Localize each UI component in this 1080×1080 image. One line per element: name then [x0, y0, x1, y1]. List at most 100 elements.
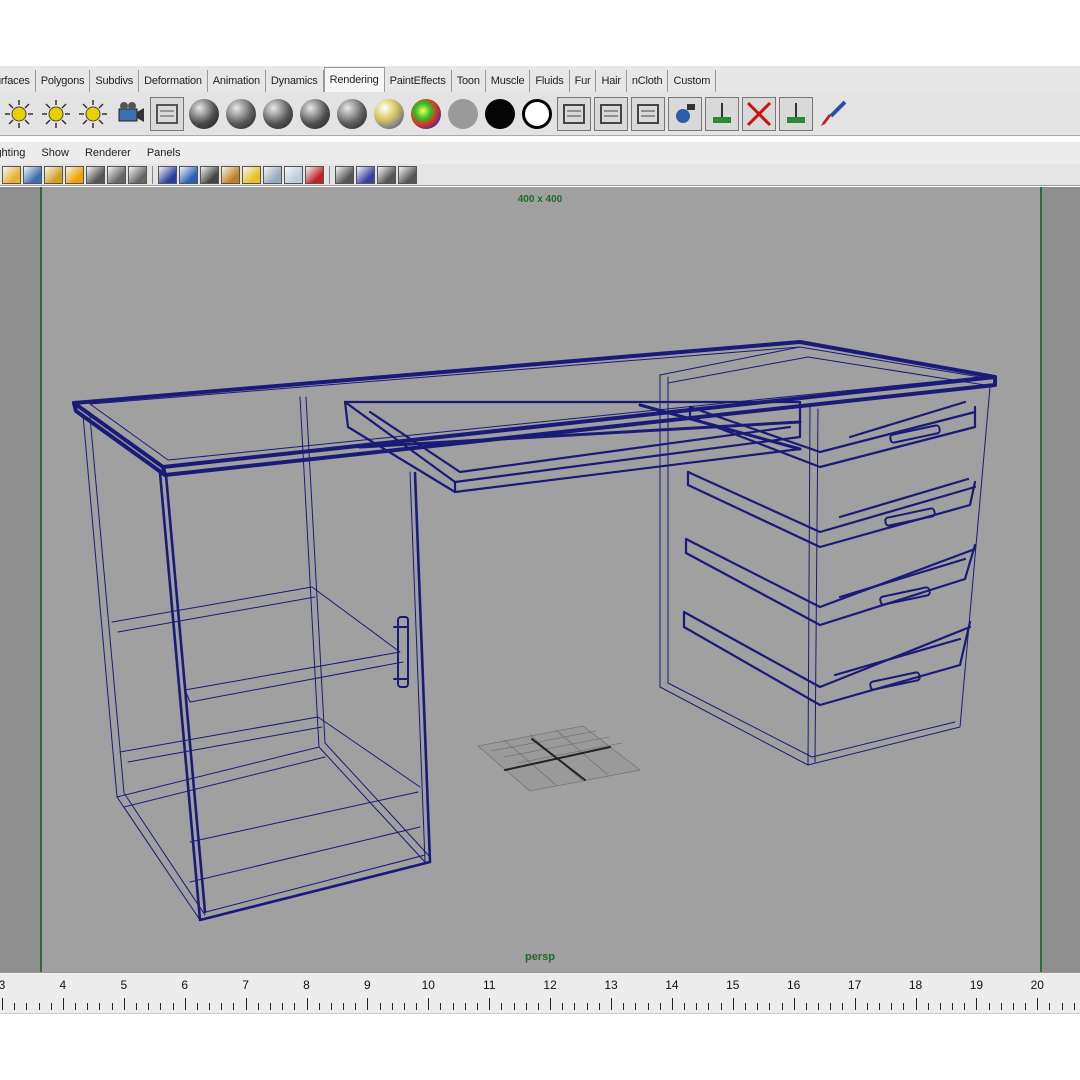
point-light-icon[interactable] — [39, 97, 73, 131]
ipr-render-icon[interactable] — [631, 96, 665, 131]
frame-number-label: 13 — [604, 978, 618, 992]
bookmark-icon[interactable] — [44, 165, 63, 184]
menu-lighting[interactable]: ighting — [0, 147, 25, 159]
frame-tick — [525, 1003, 527, 1010]
frame-number-label: 5 — [120, 978, 128, 992]
render-current-frame-icon[interactable] — [594, 96, 628, 131]
frame-tick — [196, 1003, 198, 1010]
panel-menu-bar: ighting Show Renderer Panels — [0, 142, 1080, 164]
time-slider[interactable]: 3 4 5 6 7 8 9 10 11 12 13 14 15 16 17 18 19 20 — [0, 972, 1080, 1014]
camera-attributes-icon[interactable] — [23, 165, 42, 184]
shelf-tab-animation[interactable]: Animation — [208, 70, 266, 92]
ramp-shader-sphere-icon[interactable] — [372, 97, 406, 131]
shelf-tab-deformation[interactable]: Deformation — [139, 70, 208, 92]
frame-tick — [245, 998, 247, 1010]
safe-title-icon[interactable] — [377, 165, 396, 184]
ambient-light-icon[interactable] — [76, 97, 110, 131]
perspective-viewport[interactable]: 400 x 400 persp — [0, 187, 1080, 972]
door-handle — [393, 616, 409, 688]
phong-sphere-icon[interactable] — [261, 97, 295, 131]
image-plane-icon[interactable] — [65, 165, 84, 184]
toolbar-separator — [152, 165, 155, 184]
frame-number-label: 17 — [847, 978, 862, 992]
rainbow-shader-sphere-icon[interactable] — [409, 97, 443, 131]
shelf-tab-ncloth[interactable]: nCloth — [627, 70, 669, 92]
gray-sphere-icon[interactable] — [446, 97, 480, 131]
frame-tick — [172, 1003, 174, 1010]
frame-tick — [903, 1003, 905, 1010]
resolution-gate-icon[interactable] — [128, 165, 147, 184]
frame-tick — [464, 1003, 466, 1010]
frame-number-label: 19 — [969, 978, 984, 992]
frame-number-label: 7 — [242, 978, 249, 992]
frame-number-label: 3 — [0, 978, 6, 992]
field-chart-icon[interactable] — [398, 165, 417, 184]
frame-number-label: 12 — [543, 978, 557, 992]
rendering-shelf — [0, 92, 1080, 136]
show-batch-render-icon[interactable] — [779, 96, 813, 131]
shelf-tab-hair[interactable]: Hair — [596, 70, 627, 92]
phong-e-sphere-icon[interactable] — [298, 97, 332, 131]
drawer-handles — [869, 424, 941, 691]
shelf-tab-dynamics[interactable]: Dynamics — [266, 70, 324, 92]
frame-number-label: 11 — [482, 978, 496, 992]
frame-tick — [26, 1003, 28, 1010]
hypershade-icon[interactable] — [150, 96, 184, 131]
render-view-icon[interactable] — [557, 96, 591, 131]
frame-tick — [537, 1003, 539, 1010]
isolate-select-icon[interactable] — [305, 165, 324, 184]
textured-icon[interactable] — [221, 165, 240, 184]
shelf-tab-fur[interactable]: Fur — [570, 70, 597, 92]
render-settings-icon[interactable] — [705, 96, 739, 131]
batch-render-icon[interactable] — [668, 96, 702, 131]
wireframe-icon[interactable] — [158, 165, 177, 184]
smooth-shade-icon[interactable] — [179, 165, 198, 184]
select-camera-icon[interactable] — [2, 165, 21, 184]
menu-show[interactable]: Show — [41, 147, 69, 159]
paint-brush-icon[interactable] — [816, 97, 850, 131]
frame-tick — [160, 1003, 162, 1010]
frame-tick — [1049, 1003, 1051, 1010]
camera-icon[interactable] — [113, 97, 147, 131]
spot-light-icon[interactable] — [2, 97, 36, 131]
wireframe-on-shaded-icon[interactable] — [200, 165, 219, 184]
grid-icon[interactable] — [86, 165, 105, 184]
shelf-tab-custom[interactable]: Custom — [668, 70, 717, 92]
blinn-sphere-icon[interactable] — [224, 97, 258, 131]
shelf-tab-rendering[interactable]: Rendering — [323, 67, 385, 92]
film-gate-icon[interactable] — [107, 165, 126, 184]
frame-tick — [732, 998, 734, 1010]
shelf-tab-fluids[interactable]: Fluids — [530, 70, 570, 92]
shelf-tab-muscle[interactable]: Muscle — [486, 70, 531, 92]
frame-tick — [611, 998, 612, 1010]
frame-tick — [318, 1003, 320, 1010]
frame-tick — [708, 1003, 710, 1010]
white-sphere-icon[interactable] — [520, 97, 554, 131]
frame-tick — [501, 1003, 503, 1010]
frame-number-label: 14 — [665, 978, 679, 992]
left-door — [158, 471, 432, 922]
frame-tick — [659, 1003, 661, 1010]
panel-toolbar — [0, 164, 1080, 186]
shelf-tab-painteffects[interactable]: PaintEffects — [385, 70, 452, 92]
menu-renderer[interactable]: Renderer — [85, 147, 131, 159]
anisotropic-sphere-icon[interactable] — [335, 97, 369, 131]
shelf-tab-polygons[interactable]: Polygons — [36, 70, 91, 92]
xray-icon[interactable] — [284, 165, 303, 184]
shadows-icon[interactable] — [263, 165, 282, 184]
black-sphere-icon[interactable] — [483, 97, 517, 131]
high-quality-icon[interactable] — [335, 165, 354, 184]
frame-tick — [355, 1003, 357, 1010]
frame-tick — [562, 1003, 564, 1010]
shelf-tab-subdivs[interactable]: Subdivs — [90, 70, 140, 92]
shelf-tab-urfaces[interactable]: urfaces — [0, 70, 36, 92]
menu-panels[interactable]: Panels — [147, 147, 181, 159]
shelf-tab-bar: urfacesPolygonsSubdivsDeformationAnimati… — [0, 66, 1080, 93]
cancel-render-icon[interactable] — [742, 96, 776, 131]
shelf-tab-toon[interactable]: Toon — [452, 70, 486, 92]
lambert-sphere-icon[interactable] — [187, 97, 221, 131]
use-all-lights-icon[interactable] — [242, 165, 261, 184]
hud-icon[interactable] — [356, 165, 375, 184]
desk-wireframe-model[interactable] — [0, 187, 1080, 972]
frame-tick — [50, 1003, 52, 1010]
